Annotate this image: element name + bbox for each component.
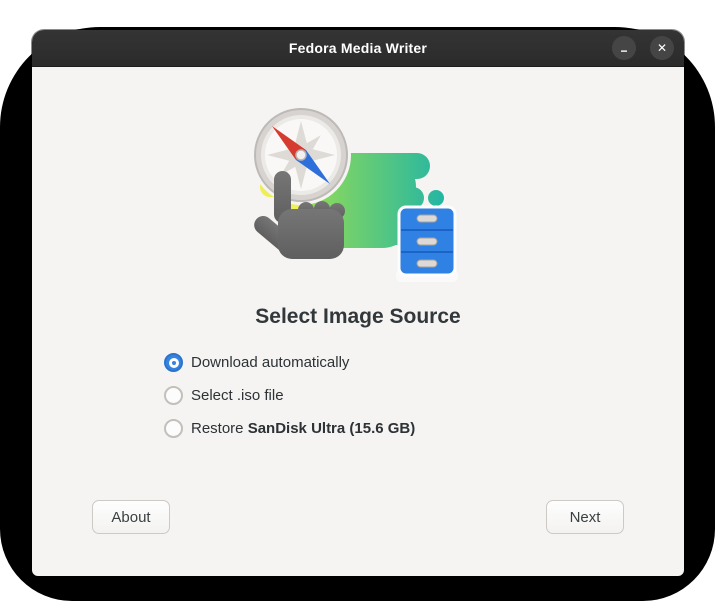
window-title: Fedora Media Writer (289, 40, 427, 56)
option-download-automatically[interactable]: Download automatically (164, 353, 684, 372)
fedora-media-writer-window: Fedora Media Writer − ✕ (32, 30, 684, 576)
radio-restore-drive[interactable] (164, 419, 183, 438)
titlebar[interactable]: Fedora Media Writer − ✕ (32, 30, 684, 67)
radio-download-automatically[interactable] (164, 353, 183, 372)
compass-icon (251, 105, 351, 205)
image-source-options: Download automatically Select .iso file … (164, 353, 684, 438)
drawer-cabinet-icon (396, 207, 458, 282)
close-icon: ✕ (657, 42, 667, 54)
illustration (32, 91, 684, 291)
close-button[interactable]: ✕ (650, 36, 674, 60)
media-writer-illustration (238, 91, 478, 291)
option-label: Restore SanDisk Ultra (15.6 GB) (191, 420, 415, 437)
page-title: Select Image Source (32, 305, 684, 329)
about-button[interactable]: About (92, 500, 170, 534)
option-restore-drive[interactable]: Restore SanDisk Ultra (15.6 GB) (164, 419, 684, 438)
action-bar: About Next (32, 500, 684, 534)
option-label: Download automatically (191, 354, 349, 371)
main-content: Select Image Source Download automatical… (32, 67, 684, 576)
window-controls: − ✕ (612, 30, 674, 66)
minimize-icon: − (620, 45, 627, 57)
radio-select-iso-file[interactable] (164, 386, 183, 405)
next-button[interactable]: Next (546, 500, 624, 534)
minimize-button[interactable]: − (612, 36, 636, 60)
option-select-iso-file[interactable]: Select .iso file (164, 386, 684, 405)
option-label: Select .iso file (191, 387, 284, 404)
